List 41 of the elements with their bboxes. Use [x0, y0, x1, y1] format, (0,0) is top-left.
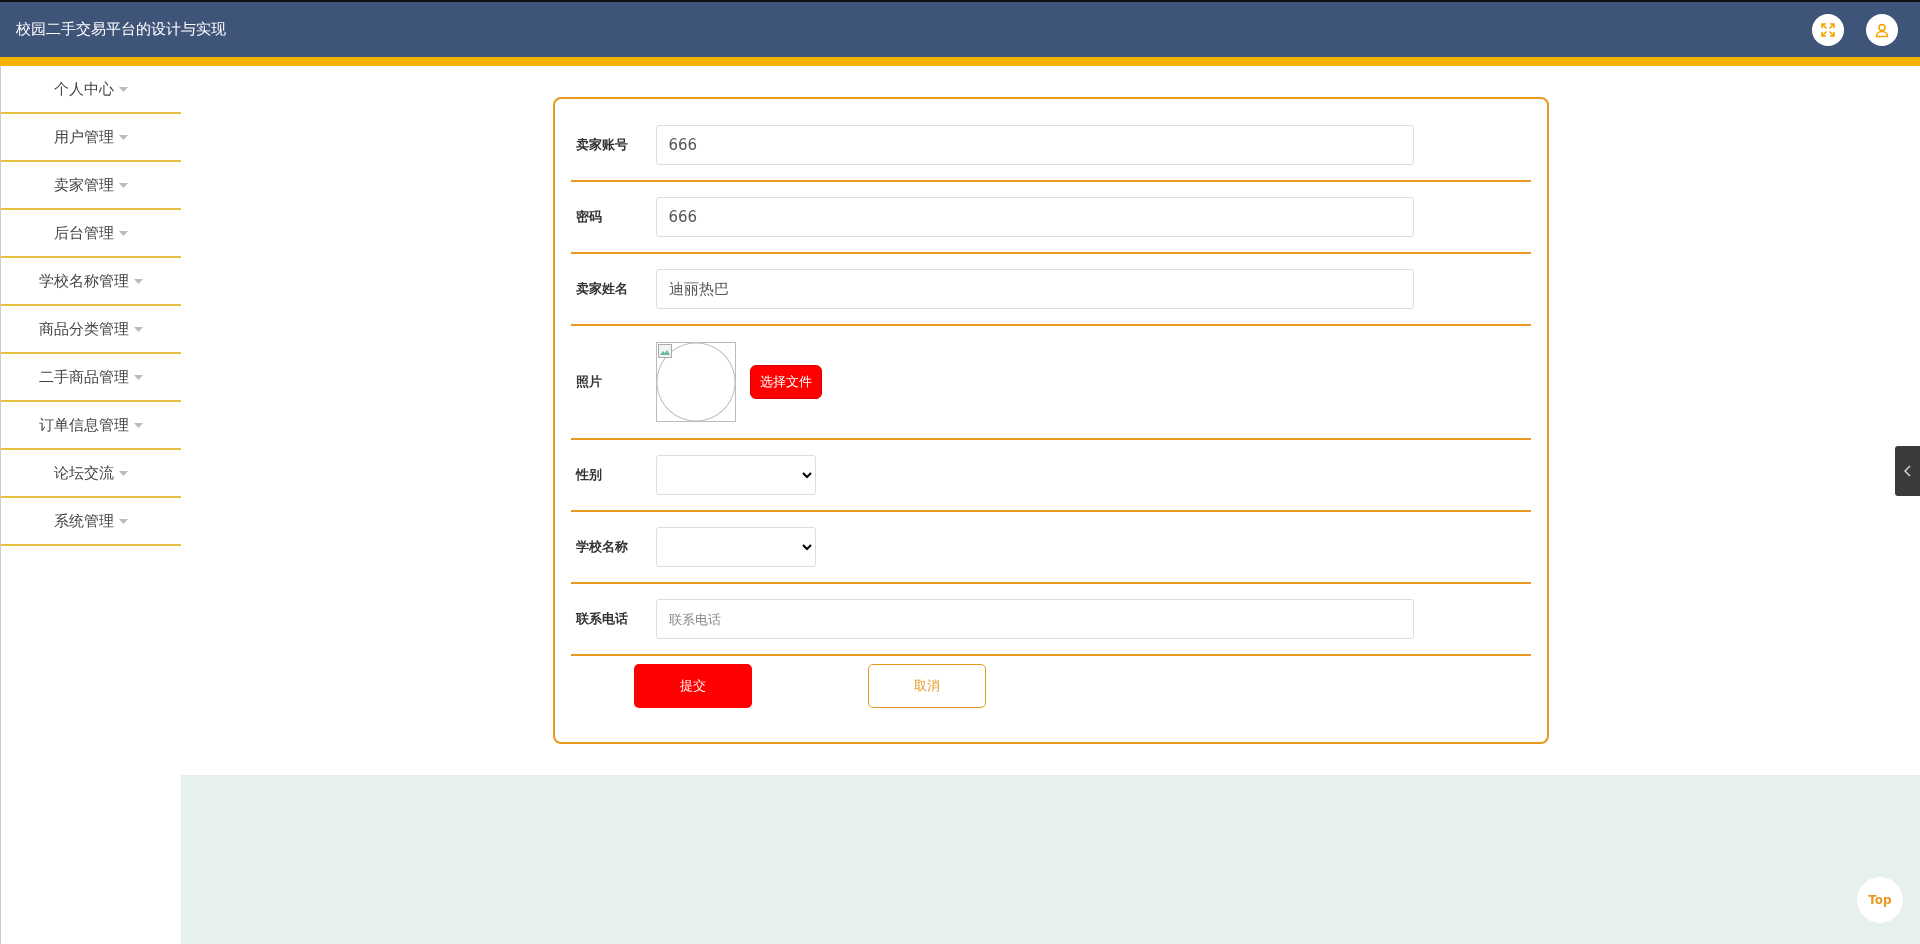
sidebar-item[interactable]: 学校名称管理 — [1, 258, 181, 306]
caret-icon — [134, 422, 143, 428]
caret-icon — [119, 518, 128, 524]
sidebar-item[interactable]: 二手商品管理 — [1, 354, 181, 402]
field-label: 学校名称 — [575, 538, 629, 556]
input-field[interactable]: 迪丽热巴 — [655, 269, 1414, 309]
caret-icon — [119, 470, 128, 476]
chevron-left-icon — [1903, 465, 1912, 477]
sidebar-item[interactable]: 后台管理 — [1, 210, 181, 258]
broken-image-icon — [657, 344, 672, 358]
field-label: 联系电话 — [575, 610, 629, 628]
sidebar-item[interactable]: 论坛交流 — [1, 450, 181, 498]
sidebar-item[interactable]: 商品分类管理 — [1, 306, 181, 354]
field-label: 性别 — [575, 466, 603, 484]
caret-icon — [119, 230, 128, 236]
caret-icon — [134, 326, 143, 332]
choose-file-button[interactable]: 选择文件 — [749, 365, 822, 399]
select-field[interactable] — [655, 527, 816, 567]
field-label: 照片 — [575, 373, 603, 391]
input-field[interactable]: 666 — [655, 197, 1414, 237]
caret-icon — [134, 374, 143, 380]
input-field[interactable]: 联系电话 — [655, 599, 1414, 639]
sidebar-item[interactable]: 卖家管理 — [1, 162, 181, 210]
app-title: 校园二手交易平台的设计与实现 — [16, 20, 226, 39]
sidebar-item[interactable]: 用户管理 — [1, 114, 181, 162]
caret-icon — [119, 182, 128, 188]
field-label: 卖家账号 — [575, 136, 629, 154]
user-icon[interactable] — [1866, 13, 1898, 46]
caret-icon — [119, 86, 128, 92]
sidebar-item[interactable]: 个人中心 — [1, 66, 181, 114]
fullscreen-icon[interactable] — [1812, 13, 1844, 46]
caret-icon — [119, 134, 128, 140]
sidebar-item[interactable]: 系统管理 — [1, 498, 181, 546]
input-field[interactable]: 666 — [655, 125, 1414, 165]
field-label: 卖家姓名 — [575, 280, 629, 298]
collapse-tab[interactable] — [1895, 446, 1920, 496]
caret-icon — [134, 278, 143, 284]
sidebar-item[interactable]: 订单信息管理 — [1, 402, 181, 450]
field-label: 密码 — [575, 208, 603, 226]
select-field[interactable] — [655, 455, 816, 495]
submit-button[interactable]: 提交 — [633, 664, 752, 708]
